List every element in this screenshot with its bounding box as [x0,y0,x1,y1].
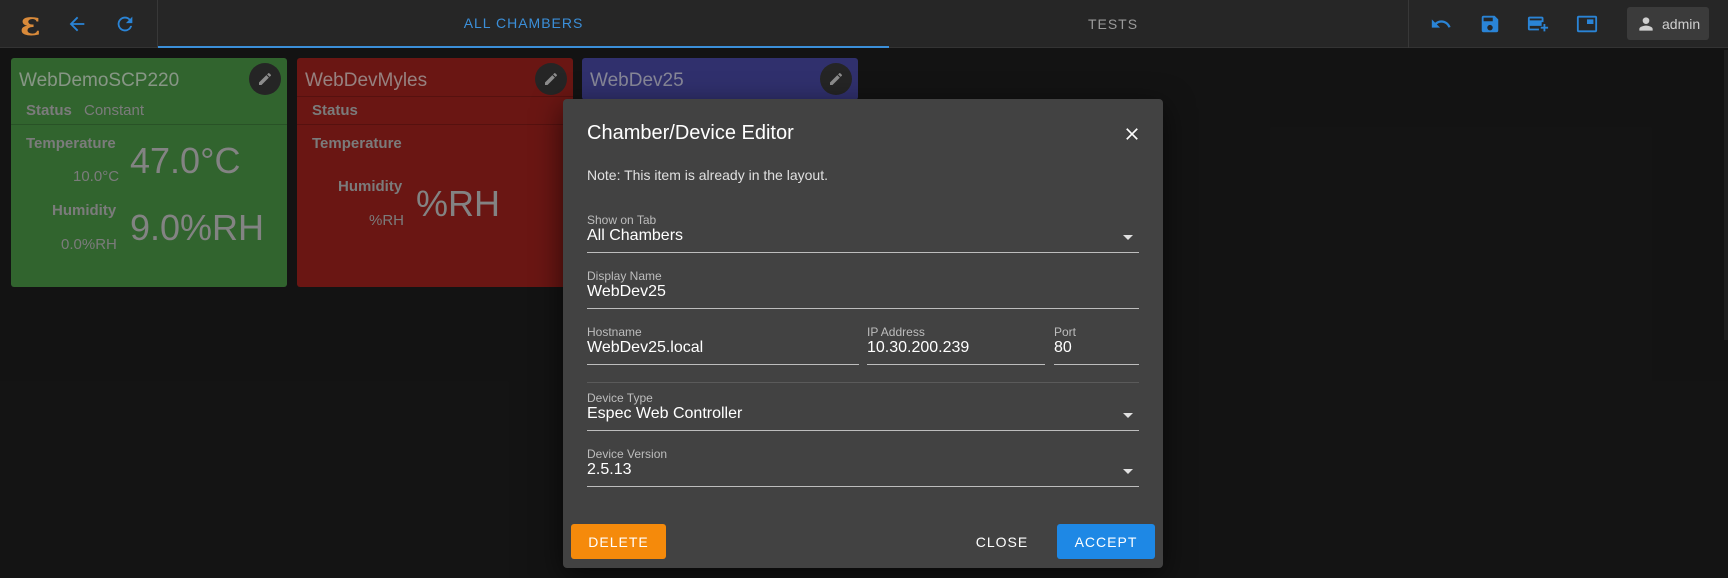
toolbar-divider [1408,0,1409,48]
hostname-input[interactable] [587,339,859,357]
undo-icon[interactable] [1429,12,1453,36]
save-icon[interactable] [1478,12,1502,36]
field-label: Port [1054,325,1077,339]
display-name-input[interactable] [587,283,1139,301]
delete-button[interactable]: DELETE [571,524,666,559]
tab-tests[interactable]: TESTS [889,0,1337,48]
dropdown-arrow-icon [1123,469,1133,474]
add-card-icon[interactable] [1526,12,1550,36]
dialog-divider [587,382,1139,383]
close-button[interactable]: CLOSE [969,524,1035,559]
chamber-device-editor-dialog: Chamber/Device Editor Note: This item is… [563,99,1163,568]
person-icon [1639,16,1653,31]
field-label: Display Name [587,269,662,283]
field-value: 2.5.13 [587,461,632,478]
field-label: IP Address [867,325,925,339]
show-on-tab-select[interactable]: Show on Tab All Chambers [587,213,1139,253]
user-menu-button[interactable]: admin [1627,7,1709,40]
ip-address-field[interactable]: IP Address [867,325,1045,365]
field-label: Hostname [587,325,642,339]
dialog-note: Note: This item is already in the layout… [587,167,828,183]
port-input[interactable] [1054,339,1139,357]
user-name: admin [1662,15,1701,32]
field-value: All Chambers [587,227,684,244]
espec-logo[interactable]: ε [20,6,50,42]
field-value: Espec Web Controller [587,405,743,422]
window-icon[interactable] [1575,12,1599,36]
dropdown-arrow-icon [1123,235,1133,240]
display-name-field[interactable]: Display Name [587,269,1139,309]
back-arrow-icon[interactable] [65,12,89,36]
field-label: Device Type [587,391,653,405]
tab-all-chambers[interactable]: ALL CHAMBERS [158,0,889,48]
accept-button[interactable]: ACCEPT [1057,524,1155,559]
field-label: Show on Tab [587,213,657,227]
ip-address-input[interactable] [867,339,1045,357]
device-version-select[interactable]: Device Version 2.5.13 [587,447,1139,487]
dialog-title: Chamber/Device Editor [587,122,794,144]
scrollbar-edge [1724,50,1728,340]
hostname-field[interactable]: Hostname [587,325,859,365]
port-field[interactable]: Port [1054,325,1139,365]
top-app-bar: ε ALL CHAMBERS TESTS admin [0,0,1728,48]
dropdown-arrow-icon [1123,413,1133,418]
device-type-select[interactable]: Device Type Espec Web Controller [587,391,1139,431]
field-label: Device Version [587,447,668,461]
close-icon[interactable] [1119,121,1145,147]
refresh-icon[interactable] [113,12,137,36]
